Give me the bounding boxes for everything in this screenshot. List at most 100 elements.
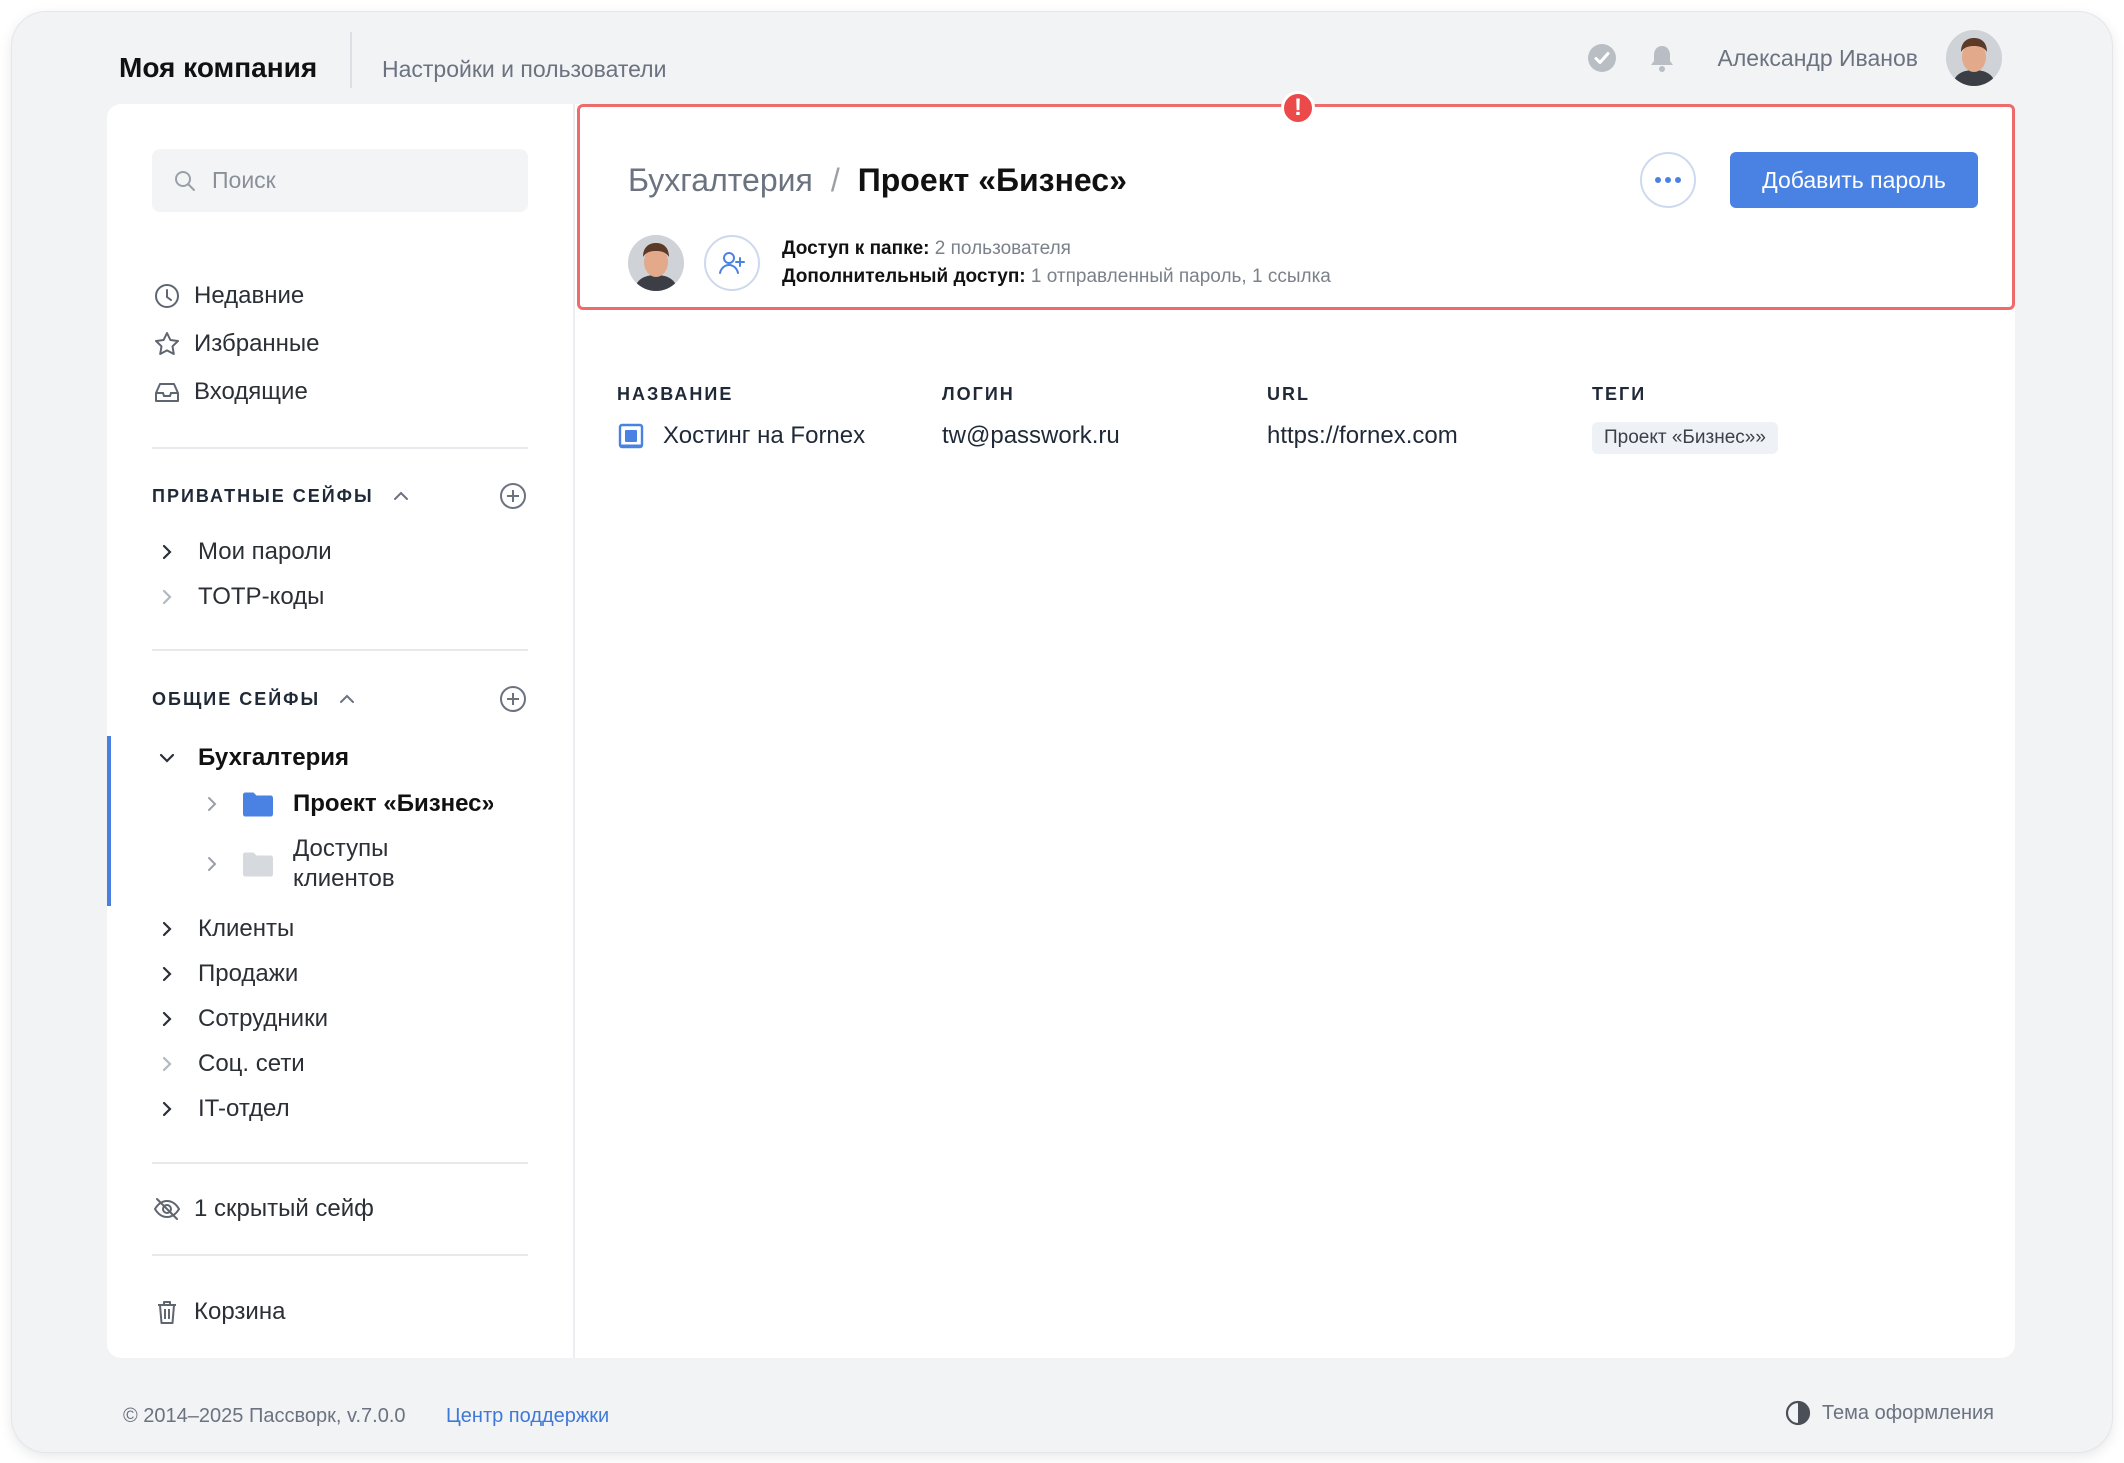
nav-favorites[interactable]: Избранные <box>152 324 320 364</box>
folder-access-value[interactable]: 2 пользователя <box>935 238 1071 259</box>
add-password-button[interactable]: Добавить пароль <box>1730 152 1978 208</box>
chevron-right-icon[interactable] <box>152 1049 182 1079</box>
shared-vaults-header[interactable]: ОБЩИЕ СЕЙФЫ <box>152 679 528 719</box>
nav-trash-label: Корзина <box>194 1298 286 1325</box>
row-name-cell[interactable]: Хостинг на Fornex <box>617 422 865 450</box>
nav-recent[interactable]: Недавние <box>152 276 304 316</box>
theme-label: Тема оформления <box>1821 1401 1994 1424</box>
chevron-down-icon[interactable] <box>152 743 182 773</box>
column-header-tags[interactable]: ТЕГИ <box>1592 384 1646 405</box>
nav-trash[interactable]: Корзина <box>152 1292 285 1332</box>
folder-header-panel: ! Бухгалтерия / Проект «Бизнес» Добавить… <box>577 91 2015 310</box>
top-divider <box>350 32 352 88</box>
vault-label: Соц. сети <box>198 1050 305 1077</box>
tag-badge[interactable]: Проект «Бизнес»» <box>1592 422 1778 454</box>
row-url[interactable]: https://fornex.com <box>1267 422 1458 450</box>
hidden-vaults[interactable]: 1 скрытый сейф <box>152 1189 374 1229</box>
settings-link[interactable]: Настройки и пользователи <box>382 56 666 83</box>
search-icon <box>172 168 198 194</box>
vault-my-passwords[interactable]: Мои пароли <box>152 532 332 572</box>
vault-totp[interactable]: TOTP-коды <box>152 577 324 617</box>
folder-icon <box>241 789 275 819</box>
chevron-up-icon[interactable] <box>336 688 358 710</box>
user-plus-icon <box>717 248 747 278</box>
folder-icon <box>241 849 275 879</box>
chevron-up-icon[interactable] <box>390 485 412 507</box>
chevron-right-icon[interactable] <box>152 537 182 567</box>
chevron-right-icon[interactable] <box>197 789 227 819</box>
column-header-login[interactable]: ЛОГИН <box>942 384 1015 405</box>
theme-toggle[interactable]: Тема оформления <box>1784 1399 1994 1427</box>
vault-social[interactable]: Соц. сети <box>152 1044 305 1084</box>
row-name: Хостинг на Fornex <box>663 422 866 449</box>
add-shared-vault-icon[interactable] <box>498 684 528 714</box>
folder-client-access[interactable]: Доступы клиентов <box>197 834 413 894</box>
support-link[interactable]: Центр поддержки <box>446 1405 609 1428</box>
divider <box>152 1162 528 1164</box>
clock-icon <box>152 281 182 311</box>
sidebar: Поиск Недавние Избранные Входящие ПРИВАТ… <box>107 104 575 1358</box>
breadcrumb-parent[interactable]: Бухгалтерия <box>628 162 813 199</box>
company-name[interactable]: Моя компания <box>119 52 317 84</box>
content-area: ! Бухгалтерия / Проект «Бизнес» Добавить… <box>577 91 2015 1358</box>
add-private-vault-icon[interactable] <box>498 481 528 511</box>
extra-access-line: Дополнительный доступ: 1 отправленный па… <box>782 263 1331 291</box>
chevron-right-icon[interactable] <box>152 914 182 944</box>
private-vaults-header[interactable]: ПРИВАТНЫЕ СЕЙФЫ <box>152 476 528 516</box>
top-bar: Моя компания Настройки и пользователи Ал… <box>12 12 2112 117</box>
breadcrumb-separator: / <box>830 162 840 198</box>
column-header-name[interactable]: НАЗВАНИЕ <box>617 384 733 405</box>
vault-label: Мои пароли <box>198 538 332 565</box>
vault-label: Бухгалтерия <box>198 744 350 771</box>
folder-label: Проект «Бизнес» <box>293 790 493 817</box>
chevron-right-icon[interactable] <box>152 959 182 989</box>
search-input[interactable]: Поиск <box>152 149 528 212</box>
vault-sales[interactable]: Продажи <box>152 954 298 994</box>
user-name[interactable]: Александр Иванов <box>1718 45 1918 72</box>
chevron-right-icon[interactable] <box>197 849 227 879</box>
main-card: Поиск Недавние Избранные Входящие ПРИВАТ… <box>107 91 2015 1358</box>
folder-project-business[interactable]: Проект «Бизнес» <box>197 784 493 824</box>
chevron-right-icon[interactable] <box>152 1004 182 1034</box>
active-indicator <box>107 736 111 906</box>
add-user-button[interactable] <box>704 235 760 291</box>
trash-icon <box>152 1297 182 1327</box>
alert-icon[interactable]: ! <box>1281 91 1315 125</box>
vault-employees[interactable]: Сотрудники <box>152 999 328 1039</box>
user-avatar[interactable] <box>1946 30 2002 86</box>
vault-label: Клиенты <box>198 915 295 942</box>
vault-label: Продажи <box>198 960 299 987</box>
more-options-button[interactable] <box>1640 152 1696 208</box>
vault-it[interactable]: IT-отдел <box>152 1089 290 1129</box>
inbox-icon <box>152 377 182 407</box>
vault-label: TOTP-коды <box>198 583 325 610</box>
check-circle-icon[interactable] <box>1586 42 1618 74</box>
divider <box>152 649 528 651</box>
star-icon <box>152 329 182 359</box>
extra-access-label: Дополнительный доступ: <box>782 266 1026 287</box>
column-header-url[interactable]: URL <box>1267 384 1310 405</box>
vault-accounting[interactable]: Бухгалтерия <box>152 738 349 778</box>
nav-inbox-label: Входящие <box>194 378 308 405</box>
member-avatar[interactable] <box>628 235 684 291</box>
ellipsis-icon <box>1653 175 1683 185</box>
chevron-right-icon[interactable] <box>152 582 182 612</box>
nav-inbox[interactable]: Входящие <box>152 372 308 412</box>
shared-vaults-title: ОБЩИЕ СЕЙФЫ <box>152 688 321 709</box>
eye-off-icon <box>152 1194 182 1224</box>
nav-recent-label: Недавние <box>194 282 305 309</box>
folder-access-label: Доступ к папке: <box>782 238 930 259</box>
extra-access-value[interactable]: 1 отправленный пароль, 1 ссылка <box>1031 266 1331 287</box>
bell-icon[interactable] <box>1646 42 1678 74</box>
folder-label: Доступы клиентов <box>293 835 395 892</box>
access-text: Доступ к папке: 2 пользователя Дополните… <box>782 235 1331 291</box>
row-tags-cell: Проект «Бизнес»» <box>1592 422 1778 454</box>
app-window: Моя компания Настройки и пользователи Ал… <box>12 12 2112 1452</box>
vault-clients[interactable]: Клиенты <box>152 909 294 949</box>
row-login[interactable]: tw@passwork.ru <box>942 422 1120 450</box>
search-placeholder: Поиск <box>212 167 276 193</box>
folder-access-line: Доступ к папке: 2 пользователя <box>782 235 1331 263</box>
chevron-right-icon[interactable] <box>152 1094 182 1124</box>
private-vaults-title: ПРИВАТНЫЕ СЕЙФЫ <box>152 485 374 506</box>
password-item-icon <box>617 422 645 450</box>
